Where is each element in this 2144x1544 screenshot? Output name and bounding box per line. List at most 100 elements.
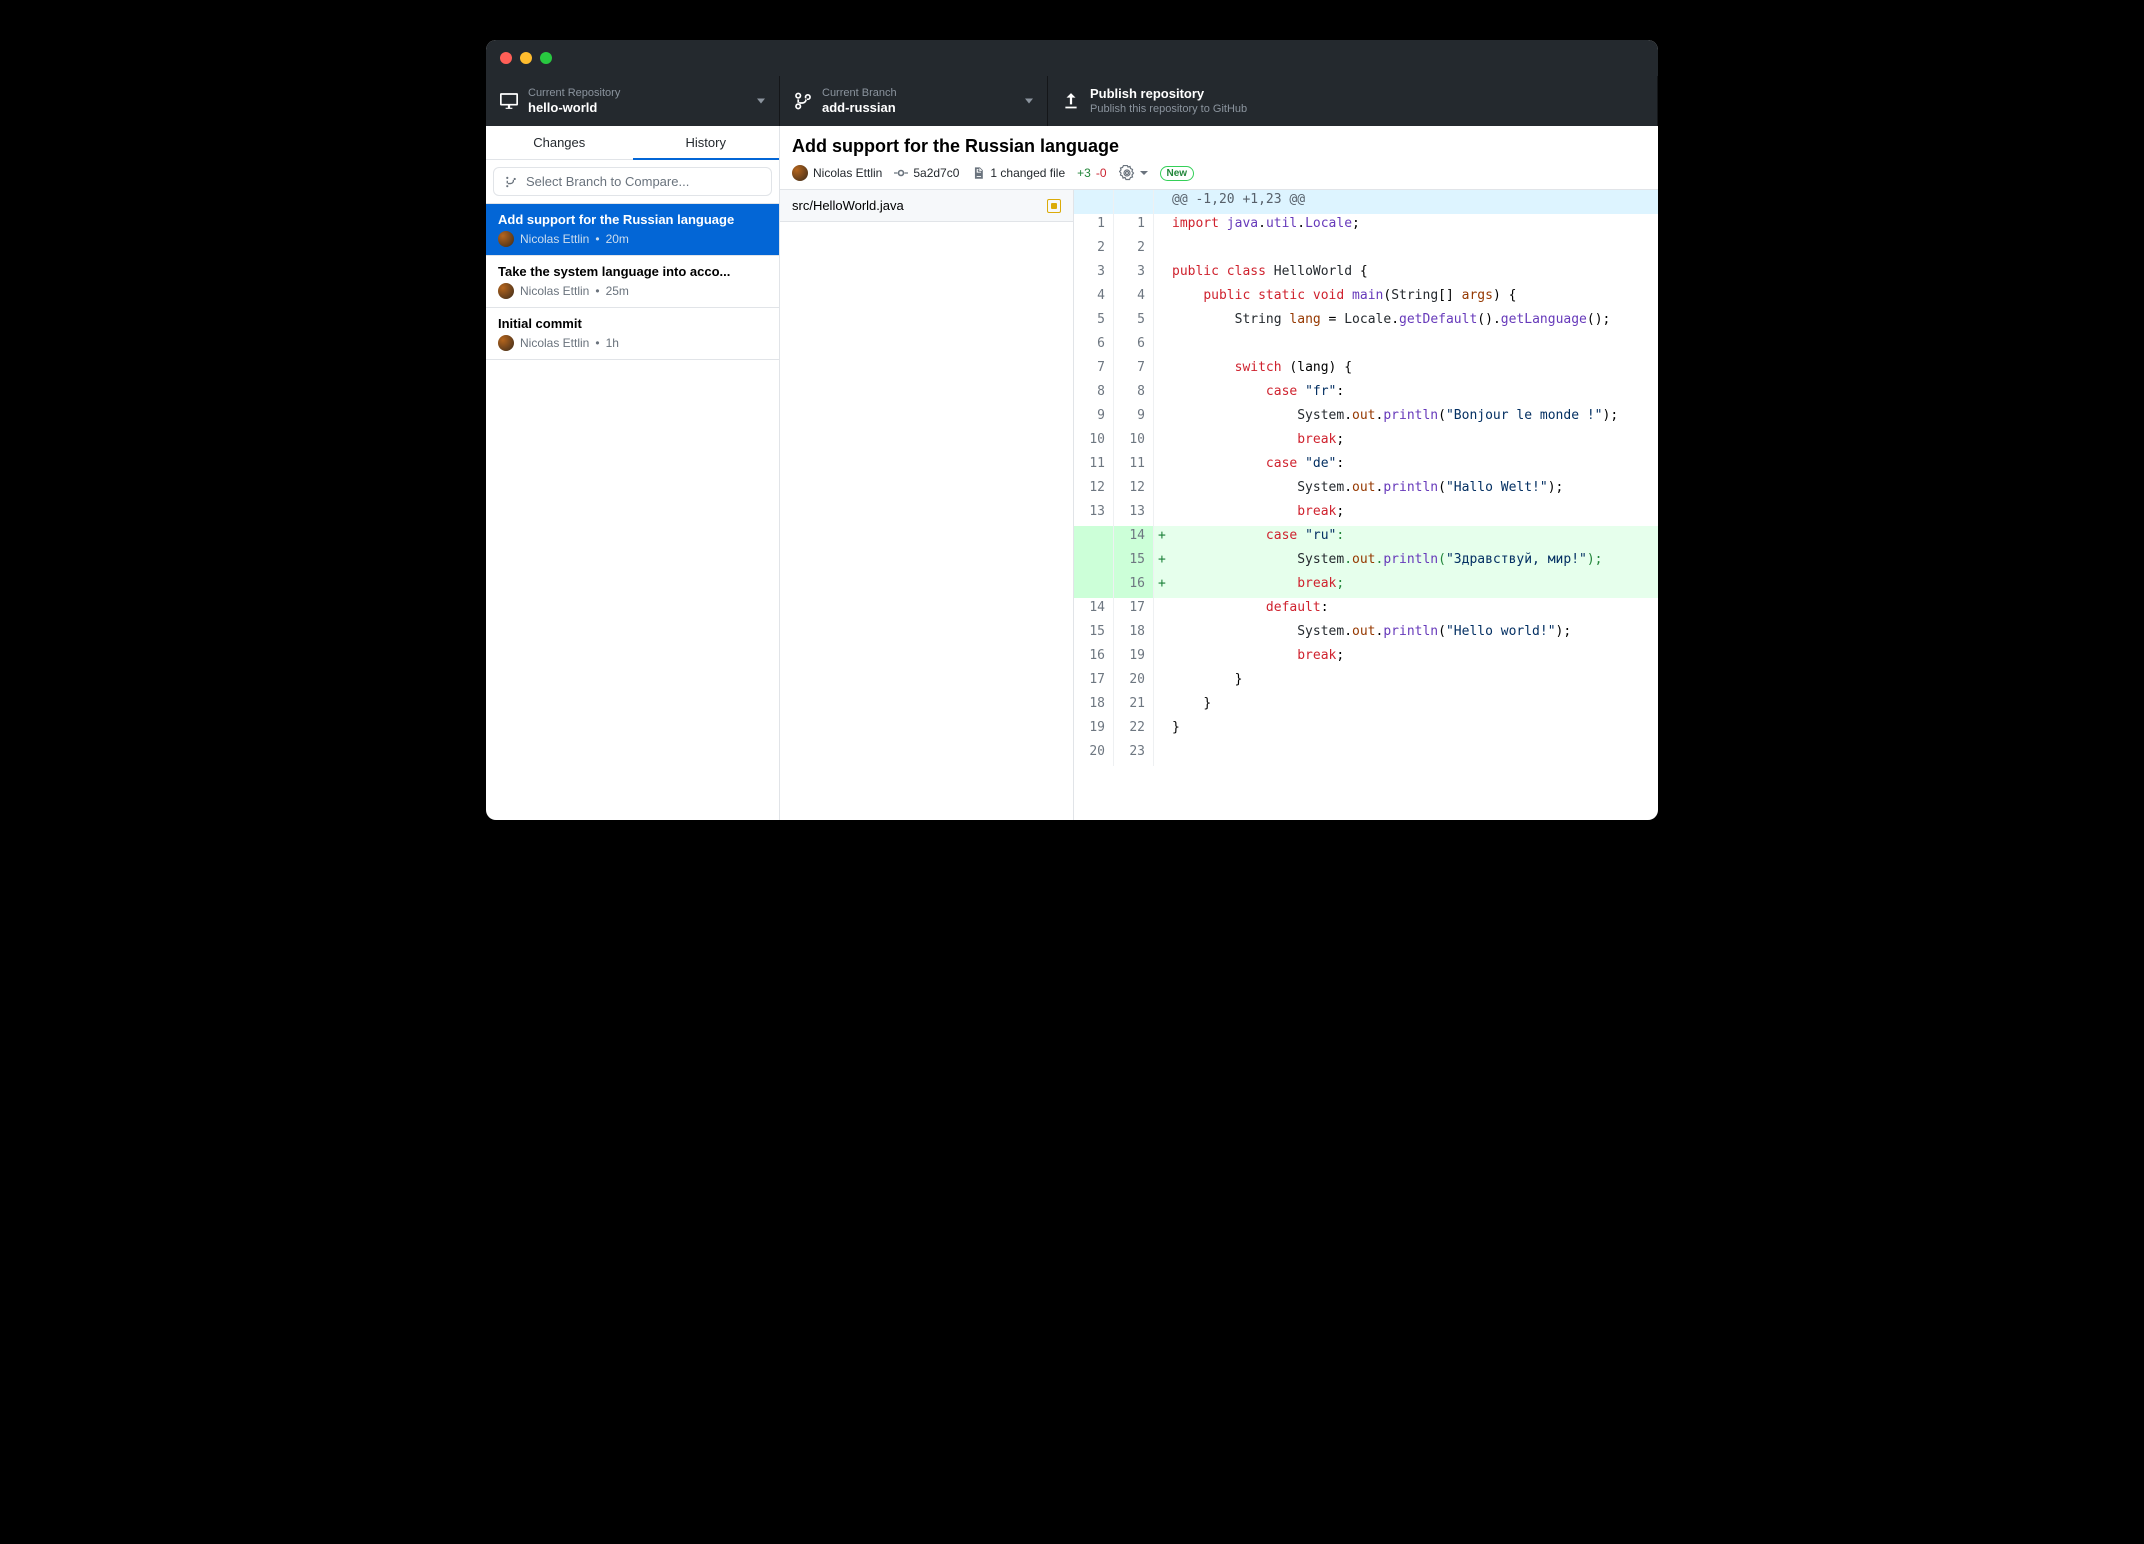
- diff-sign: [1154, 718, 1172, 742]
- diff-line[interactable]: 2 2: [1074, 238, 1658, 262]
- commit-item[interactable]: Initial commit Nicolas Ettlin • 1h: [486, 308, 779, 360]
- commit-item-time: 25m: [606, 284, 629, 298]
- diff-line[interactable]: 11 11 case "de":: [1074, 454, 1658, 478]
- file-row[interactable]: src/HelloWorld.java: [780, 190, 1073, 222]
- files-changed-label: 1 changed file: [990, 166, 1065, 180]
- diff-line[interactable]: 9 9 System.out.println("Bonjour le monde…: [1074, 406, 1658, 430]
- old-line-number: 18: [1074, 694, 1114, 718]
- old-line-number: 16: [1074, 646, 1114, 670]
- diff-line[interactable]: 17 20 }: [1074, 670, 1658, 694]
- diff-line[interactable]: 14 17 default:: [1074, 598, 1658, 622]
- publish-button[interactable]: Publish repository Publish this reposito…: [1048, 76, 1658, 126]
- diff-line[interactable]: 8 8 case "fr":: [1074, 382, 1658, 406]
- new-line-number: 7: [1114, 358, 1154, 382]
- diff-line[interactable]: 4 4 public static void main(String[] arg…: [1074, 286, 1658, 310]
- new-line-number: 3: [1114, 262, 1154, 286]
- sidebar: Changes History Select Branch to Compare…: [486, 126, 780, 820]
- repository-dropdown[interactable]: Current Repository hello-world: [486, 76, 780, 126]
- tab-changes[interactable]: Changes: [486, 126, 633, 160]
- diff-line[interactable]: 12 12 System.out.println("Hallo Welt!");: [1074, 478, 1658, 502]
- diff-line[interactable]: 7 7 switch (lang) {: [1074, 358, 1658, 382]
- diff-sign: [1154, 286, 1172, 310]
- commit-author: Nicolas Ettlin: [813, 166, 882, 180]
- new-line-number: 1: [1114, 214, 1154, 238]
- code-content: [1172, 238, 1658, 262]
- new-line-number: 11: [1114, 454, 1154, 478]
- code-content: public class HelloWorld {: [1172, 262, 1658, 286]
- commit-title: Add support for the Russian language: [792, 136, 1646, 157]
- diff-line[interactable]: 20 23: [1074, 742, 1658, 766]
- commit-item[interactable]: Add support for the Russian language Nic…: [486, 204, 779, 256]
- diff-line[interactable]: 16 19 break;: [1074, 646, 1658, 670]
- diff-sign: +: [1154, 574, 1172, 598]
- commit-item-title: Add support for the Russian language: [498, 212, 767, 227]
- diff-line[interactable]: 5 5 String lang = Locale.getDefault().ge…: [1074, 310, 1658, 334]
- titlebar[interactable]: [486, 40, 1658, 76]
- new-line-number: 13: [1114, 502, 1154, 526]
- diff-sign: [1154, 478, 1172, 502]
- old-line-number: [1074, 550, 1114, 574]
- commit-sha: 5a2d7c0: [913, 166, 959, 180]
- diff-view[interactable]: @@ -1,20 +1,23 @@1 1 import java.util.Lo…: [1074, 190, 1658, 820]
- diff-line[interactable]: 6 6: [1074, 334, 1658, 358]
- close-window-button[interactable]: [500, 52, 512, 64]
- old-line-number: [1074, 574, 1114, 598]
- avatar: [792, 165, 808, 181]
- code-content: default:: [1172, 598, 1658, 622]
- commit-item-author: Nicolas Ettlin: [520, 336, 589, 350]
- commit-options-button[interactable]: [1119, 165, 1148, 181]
- diff-line[interactable]: 1 1 import java.util.Locale;: [1074, 214, 1658, 238]
- new-line-number: 5: [1114, 310, 1154, 334]
- diff-line[interactable]: 14 + case "ru":: [1074, 526, 1658, 550]
- diff-line[interactable]: 18 21 }: [1074, 694, 1658, 718]
- code-content: System.out.println("Bonjour le monde !")…: [1172, 406, 1658, 430]
- old-line-number: 14: [1074, 598, 1114, 622]
- diff-sign: [1154, 646, 1172, 670]
- diff-sign: [1154, 190, 1172, 214]
- commit-item-title: Take the system language into acco...: [498, 264, 767, 279]
- sidebar-tabs: Changes History: [486, 126, 779, 160]
- desktop-icon: [500, 92, 518, 110]
- code-content: break;: [1172, 502, 1658, 526]
- avatar: [498, 231, 514, 247]
- diff-line[interactable]: 3 3 public class HelloWorld {: [1074, 262, 1658, 286]
- old-line-number: 20: [1074, 742, 1114, 766]
- traffic-lights: [500, 52, 552, 64]
- diff-line[interactable]: 16 + break;: [1074, 574, 1658, 598]
- diff-sign: [1154, 406, 1172, 430]
- code-content: String lang = Locale.getDefault().getLan…: [1172, 310, 1658, 334]
- new-line-number: 18: [1114, 622, 1154, 646]
- diff-line[interactable]: 13 13 break;: [1074, 502, 1658, 526]
- repo-name: hello-world: [528, 100, 620, 116]
- commit-list: Add support for the Russian language Nic…: [486, 204, 779, 820]
- compare-branch-select[interactable]: Select Branch to Compare...: [493, 167, 772, 196]
- diff-sign: [1154, 622, 1172, 646]
- new-line-number: 14: [1114, 526, 1154, 550]
- tab-history[interactable]: History: [633, 126, 780, 160]
- diff-line[interactable]: @@ -1,20 +1,23 @@: [1074, 190, 1658, 214]
- minimize-window-button[interactable]: [520, 52, 532, 64]
- branch-icon: [504, 175, 518, 189]
- old-line-number: 11: [1074, 454, 1114, 478]
- diff-sign: [1154, 694, 1172, 718]
- maximize-window-button[interactable]: [540, 52, 552, 64]
- diff-sign: [1154, 502, 1172, 526]
- new-line-number: 22: [1114, 718, 1154, 742]
- diff-line[interactable]: 19 22 }: [1074, 718, 1658, 742]
- chevron-down-icon: [757, 99, 765, 104]
- branch-dropdown[interactable]: Current Branch add-russian: [780, 76, 1048, 126]
- diff-sign: [1154, 214, 1172, 238]
- diff-line[interactable]: 15 + System.out.println("Здравствуй, мир…: [1074, 550, 1658, 574]
- new-line-number: 2: [1114, 238, 1154, 262]
- old-line-number: 4: [1074, 286, 1114, 310]
- code-content: @@ -1,20 +1,23 @@: [1172, 190, 1658, 214]
- new-line-number: 10: [1114, 430, 1154, 454]
- old-line-number: 17: [1074, 670, 1114, 694]
- old-line-number: 7: [1074, 358, 1114, 382]
- new-line-number: 21: [1114, 694, 1154, 718]
- diff-line[interactable]: 15 18 System.out.println("Hello world!")…: [1074, 622, 1658, 646]
- new-badge: New: [1160, 166, 1195, 181]
- diff-line[interactable]: 10 10 break;: [1074, 430, 1658, 454]
- diff-sign: [1154, 742, 1172, 766]
- commit-item[interactable]: Take the system language into acco... Ni…: [486, 256, 779, 308]
